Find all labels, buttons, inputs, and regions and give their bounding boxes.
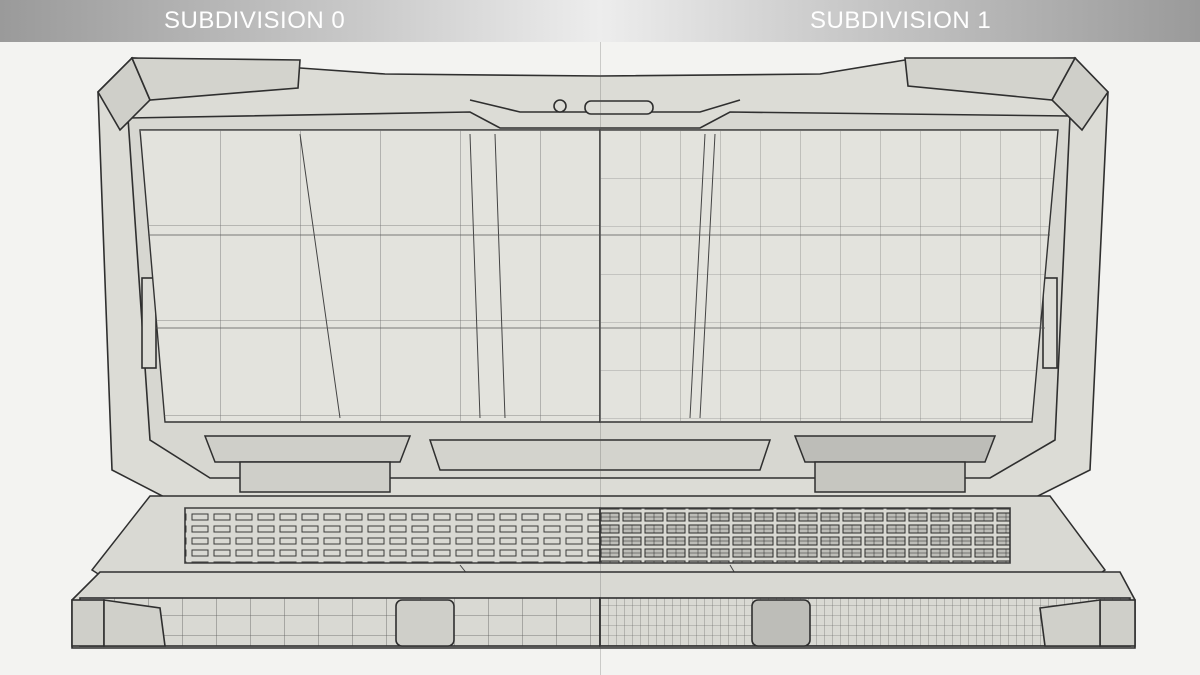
subdivision-1-label: SUBDIVISION 1 (810, 7, 992, 34)
laptop-base-front (71, 571, 1136, 649)
subdivision-0-label: SUBDIVISION 0 (164, 7, 346, 34)
screen-panel (139, 129, 1059, 423)
header-bar: SUBDIVISION 0 SUBDIVISION 1 (0, 0, 1200, 42)
subdivision-divider (600, 42, 601, 675)
